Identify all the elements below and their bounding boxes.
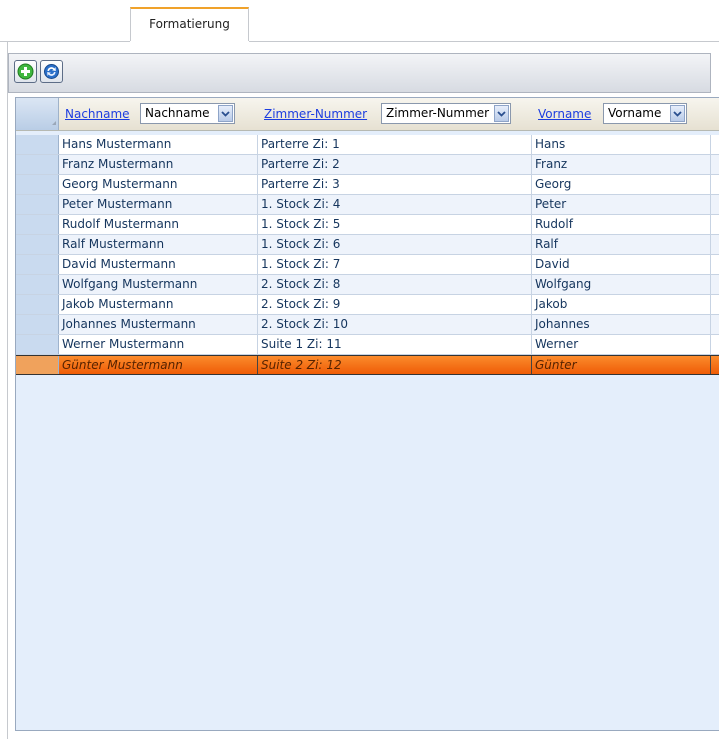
cell-vorname: Rudolf [532,215,711,234]
cell-nachname: Jakob Mustermann [59,295,258,314]
row-header[interactable] [16,155,59,174]
column-header-zimmer: Zimmer-Nummer Zimmer-Nummer [258,98,532,130]
table-row-selected[interactable]: Günter Mustermann Suite 2 Zi: 12 Günter [16,355,719,375]
table-row[interactable]: Johannes Mustermann 2. Stock Zi: 10 Joha… [16,315,719,335]
cell-zimmer: 1. Stock Zi: 5 [258,215,532,234]
cell-nachname: David Mustermann [59,255,258,274]
row-header[interactable] [16,335,59,354]
row-header[interactable] [16,195,59,214]
cell-vorname: Johannes [532,315,711,334]
table-row[interactable]: Wolfgang Mustermann 2. Stock Zi: 8 Wolfg… [16,275,719,295]
cell-nachname: Ralf Mustermann [59,235,258,254]
cell-zimmer: Suite 2 Zi: 12 [258,356,532,374]
sort-link-zimmer[interactable]: Zimmer-Nummer [264,107,367,121]
data-grid: Nachname Nachname Zimmer-Nummer Zimmer-N… [15,97,719,731]
filter-value-nachname: Nachname [145,106,210,120]
row-header[interactable] [16,275,59,294]
add-button[interactable] [14,60,37,83]
table-row[interactable]: Jakob Mustermann 2. Stock Zi: 9 Jakob [16,295,719,315]
cell-vorname: Hans [532,135,711,154]
cell-nachname: Günter Mustermann [59,356,258,374]
cell-zimmer: 2. Stock Zi: 10 [258,315,532,334]
tab-formatierung[interactable]: Formatierung [130,7,249,41]
tab-strip: Formatierung [0,0,719,42]
toolbar [8,53,711,93]
select-all-corner[interactable] [16,98,59,130]
row-header[interactable] [16,235,59,254]
filter-select-zimmer[interactable]: Zimmer-Nummer [381,103,511,124]
corner-glyph-icon [52,121,56,125]
column-header-vorname: Vorname Vorname [532,98,719,130]
cell-vorname: David [532,255,711,274]
refresh-icon [44,64,59,79]
cell-zimmer: Parterre Zi: 3 [258,175,532,194]
filter-value-zimmer: Zimmer-Nummer [386,106,490,120]
cell-nachname: Rudolf Mustermann [59,215,258,234]
cell-vorname: Peter [532,195,711,214]
row-header[interactable] [16,175,59,194]
cell-nachname: Johannes Mustermann [59,315,258,334]
row-header[interactable] [16,295,59,314]
cell-zimmer: 2. Stock Zi: 9 [258,295,532,314]
table-row[interactable]: Georg Mustermann Parterre Zi: 3 Georg [16,175,719,195]
chevron-down-icon[interactable] [494,105,509,122]
column-header-nachname: Nachname Nachname [59,98,258,130]
row-header[interactable] [16,215,59,234]
cell-zimmer: Parterre Zi: 2 [258,155,532,174]
cell-zimmer: 1. Stock Zi: 6 [258,235,532,254]
table-row[interactable]: Franz Mustermann Parterre Zi: 2 Franz [16,155,719,175]
cell-vorname: Jakob [532,295,711,314]
filter-select-vorname[interactable]: Vorname [603,103,687,124]
cell-nachname: Werner Mustermann [59,335,258,354]
cell-nachname: Franz Mustermann [59,155,258,174]
cell-nachname: Wolfgang Mustermann [59,275,258,294]
cell-zimmer: 1. Stock Zi: 7 [258,255,532,274]
cell-nachname: Peter Mustermann [59,195,258,214]
cell-nachname: Hans Mustermann [59,135,258,154]
cell-nachname: Georg Mustermann [59,175,258,194]
filter-value-vorname: Vorname [608,106,662,120]
table-row[interactable]: David Mustermann 1. Stock Zi: 7 David [16,255,719,275]
table-row[interactable]: Peter Mustermann 1. Stock Zi: 4 Peter [16,195,719,215]
sort-link-nachname[interactable]: Nachname [65,107,130,121]
sort-link-vorname[interactable]: Vorname [538,107,591,121]
chevron-down-icon[interactable] [670,105,685,122]
cell-vorname: Georg [532,175,711,194]
cell-zimmer: Parterre Zi: 1 [258,135,532,154]
table-row[interactable]: Hans Mustermann Parterre Zi: 1 Hans [16,135,719,155]
add-icon [17,63,34,80]
row-header[interactable] [16,356,59,374]
cell-vorname: Werner [532,335,711,354]
refresh-button[interactable] [40,60,63,83]
chevron-down-icon[interactable] [218,105,233,122]
filter-select-nachname[interactable]: Nachname [140,103,235,124]
table-row[interactable]: Ralf Mustermann 1. Stock Zi: 6 Ralf [16,235,719,255]
cell-zimmer: 1. Stock Zi: 4 [258,195,532,214]
cell-vorname: Wolfgang [532,275,711,294]
cell-vorname: Ralf [532,235,711,254]
cell-zimmer: 2. Stock Zi: 8 [258,275,532,294]
row-header[interactable] [16,135,59,154]
cell-vorname: Franz [532,155,711,174]
row-header[interactable] [16,255,59,274]
cell-vorname: Günter [532,356,711,374]
grid-header: Nachname Nachname Zimmer-Nummer Zimmer-N… [16,98,719,131]
row-header[interactable] [16,315,59,334]
table-row[interactable]: Werner Mustermann Suite 1 Zi: 11 Werner [16,335,719,355]
table-row[interactable]: Rudolf Mustermann 1. Stock Zi: 5 Rudolf [16,215,719,235]
cell-zimmer: Suite 1 Zi: 11 [258,335,532,354]
